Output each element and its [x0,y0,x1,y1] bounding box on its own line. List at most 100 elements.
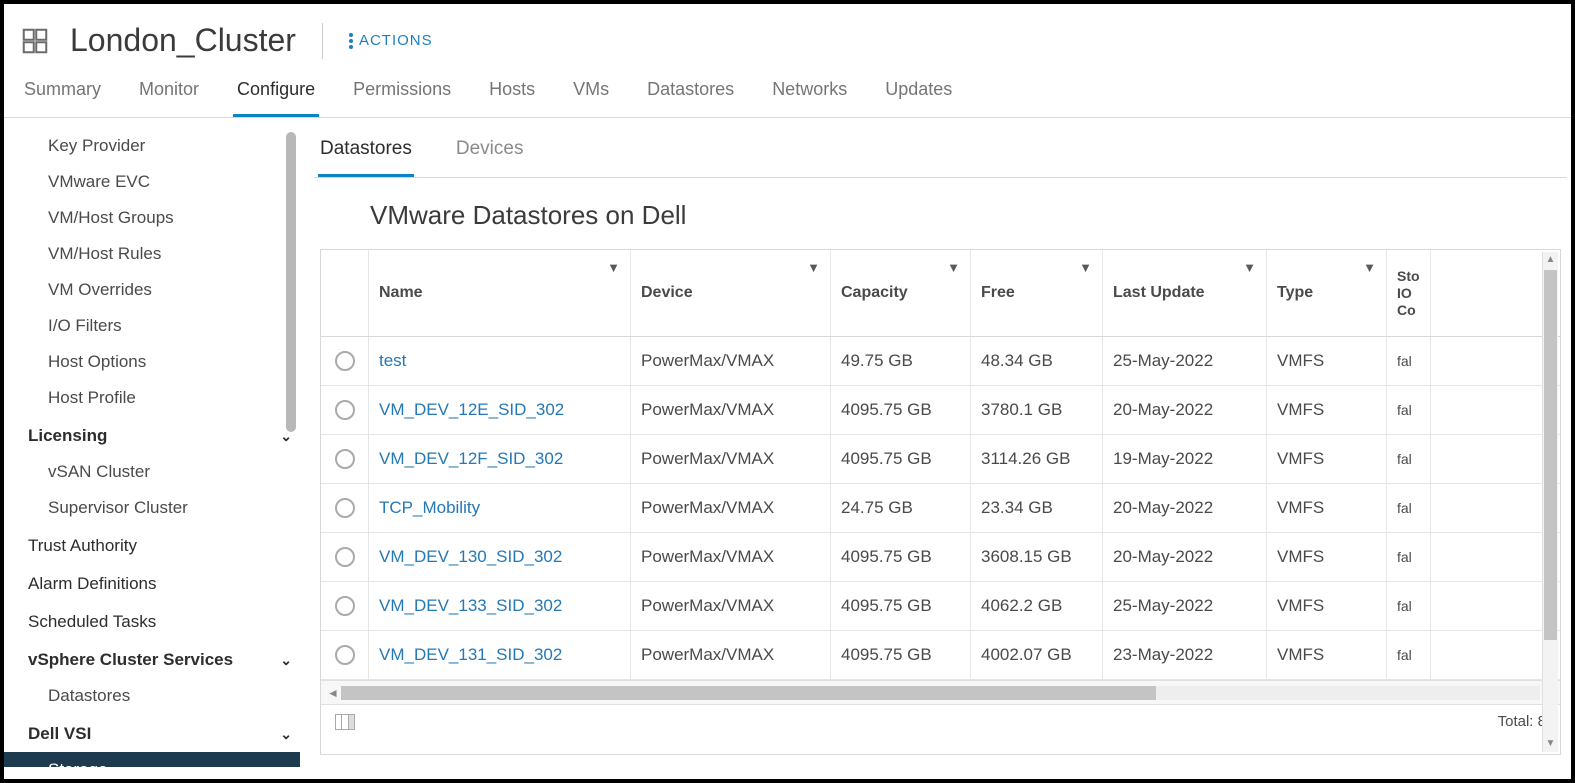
sidebar-item-trust-authority[interactable]: Trust Authority [20,526,300,564]
sidebar-item-datastores[interactable]: Datastores [20,678,300,714]
dots-icon [349,33,353,49]
col-last-update[interactable]: Last Update▼ [1103,250,1267,336]
tab-configure[interactable]: Configure [233,69,319,117]
tab-vms[interactable]: VMs [569,69,613,117]
row-name[interactable]: test [369,337,631,385]
col-capacity[interactable]: Capacity▼ [831,250,971,336]
filter-icon[interactable]: ▼ [1079,260,1092,275]
sidebar-item-vsphere-cluster-services[interactable]: vSphere Cluster Services⌄ [20,640,300,678]
columns-icon[interactable] [335,714,355,730]
tab-summary[interactable]: Summary [20,69,105,117]
row-name[interactable]: TCP_Mobility [369,484,631,532]
vscroll-thumb[interactable] [1544,270,1557,640]
tab-networks[interactable]: Networks [768,69,851,117]
row-radio[interactable] [321,533,369,581]
sidebar-item-i-o-filters[interactable]: I/O Filters [20,308,300,344]
row-radio[interactable] [321,484,369,532]
col-device[interactable]: Device▼ [631,250,831,336]
row-type: VMFS [1267,631,1387,679]
row-type: VMFS [1267,386,1387,434]
col-select [321,250,369,336]
horizontal-scrollbar[interactable]: ◄ ► [321,680,1560,704]
tab-monitor[interactable]: Monitor [135,69,203,117]
sidebar-item-vm-host-rules[interactable]: VM/Host Rules [20,236,300,272]
row-name[interactable]: VM_DEV_131_SID_302 [369,631,631,679]
sidebar-item-host-options[interactable]: Host Options [20,344,300,380]
sidebar-item-key-provider[interactable]: Key Provider [20,128,300,164]
row-free: 3608.15 GB [971,533,1103,581]
tab-permissions[interactable]: Permissions [349,69,455,117]
row-radio[interactable] [321,435,369,483]
row-device: PowerMax/VMAX [631,386,831,434]
main-panel: DatastoresDevices VMware Datastores on D… [300,118,1571,767]
row-extra: fal [1387,533,1431,581]
sidebar-item-vmware-evc[interactable]: VMware EVC [20,164,300,200]
row-device: PowerMax/VMAX [631,533,831,581]
scroll-down-icon[interactable]: ▼ [1543,736,1558,752]
col-storage-io[interactable]: Sto IO Co [1387,250,1431,336]
row-last-update: 25-May-2022 [1103,337,1267,385]
actions-menu[interactable]: ACTIONS [349,32,433,49]
sidebar-item-supervisor-cluster[interactable]: Supervisor Cluster [20,490,300,526]
row-type: VMFS [1267,484,1387,532]
top-tabs: Summary Monitor Configure Permissions Hosts V… [4,69,1571,118]
sidebar-item-vm-host-groups[interactable]: VM/Host Groups [20,200,300,236]
row-radio[interactable] [321,337,369,385]
row-name[interactable]: VM_DEV_12F_SID_302 [369,435,631,483]
subtab-devices[interactable]: Devices [454,130,526,177]
cluster-title: London_Cluster [70,22,296,59]
total-count: Total: 8 [1498,713,1546,730]
scroll-track[interactable] [341,686,1540,700]
row-capacity: 4095.75 GB [831,533,971,581]
row-extra: fal [1387,484,1431,532]
scroll-left-icon[interactable]: ◄ [327,686,341,700]
filter-icon[interactable]: ▼ [1363,260,1376,275]
sidebar-scrollbar[interactable] [286,132,296,432]
subtab-datastores[interactable]: Datastores [318,130,414,177]
row-type: VMFS [1267,533,1387,581]
row-radio[interactable] [321,631,369,679]
scroll-thumb[interactable] [341,686,1156,700]
table-row: VM_DEV_133_SID_302PowerMax/VMAX4095.75 G… [321,582,1560,631]
header-divider [322,23,323,59]
row-radio[interactable] [321,582,369,630]
sidebar-item-licensing[interactable]: Licensing⌄ [20,416,300,454]
sidebar-item-storage[interactable]: Storage [4,752,300,767]
scroll-up-icon[interactable]: ▲ [1543,252,1558,268]
sidebar-item-alarm-definitions[interactable]: Alarm Definitions [20,564,300,602]
sidebar-item-scheduled-tasks[interactable]: Scheduled Tasks [20,602,300,640]
filter-icon[interactable]: ▼ [807,260,820,275]
vertical-scrollbar[interactable]: ▲ ▼ [1542,252,1558,752]
row-name[interactable]: VM_DEV_130_SID_302 [369,533,631,581]
filter-icon[interactable]: ▼ [947,260,960,275]
filter-icon[interactable]: ▼ [1243,260,1256,275]
row-name[interactable]: VM_DEV_12E_SID_302 [369,386,631,434]
row-free: 3780.1 GB [971,386,1103,434]
table-row: VM_DEV_131_SID_302PowerMax/VMAX4095.75 G… [321,631,1560,680]
sidebar-item-vsan-cluster[interactable]: vSAN Cluster [20,454,300,490]
page-header: London_Cluster ACTIONS [4,4,1571,69]
col-free[interactable]: Free▼ [971,250,1103,336]
row-extra: fal [1387,631,1431,679]
row-device: PowerMax/VMAX [631,484,831,532]
sidebar-item-host-profile[interactable]: Host Profile [20,380,300,416]
row-last-update: 23-May-2022 [1103,631,1267,679]
col-name[interactable]: Name▼ [369,250,631,336]
filter-icon[interactable]: ▼ [607,260,620,275]
table-row: VM_DEV_12F_SID_302PowerMax/VMAX4095.75 G… [321,435,1560,484]
row-free: 23.34 GB [971,484,1103,532]
row-last-update: 20-May-2022 [1103,533,1267,581]
row-last-update: 20-May-2022 [1103,484,1267,532]
sidebar-item-vm-overrides[interactable]: VM Overrides [20,272,300,308]
tab-updates[interactable]: Updates [881,69,956,117]
row-radio[interactable] [321,386,369,434]
tab-datastores[interactable]: Datastores [643,69,738,117]
row-extra: fal [1387,435,1431,483]
row-type: VMFS [1267,435,1387,483]
table-row: TCP_MobilityPowerMax/VMAX24.75 GB23.34 G… [321,484,1560,533]
tab-hosts[interactable]: Hosts [485,69,539,117]
row-name[interactable]: VM_DEV_133_SID_302 [369,582,631,630]
sidebar-item-dell-vsi[interactable]: Dell VSI⌄ [20,714,300,752]
sidebar: Key ProviderVMware EVCVM/Host GroupsVM/H… [4,118,300,767]
col-type[interactable]: Type▼ [1267,250,1387,336]
